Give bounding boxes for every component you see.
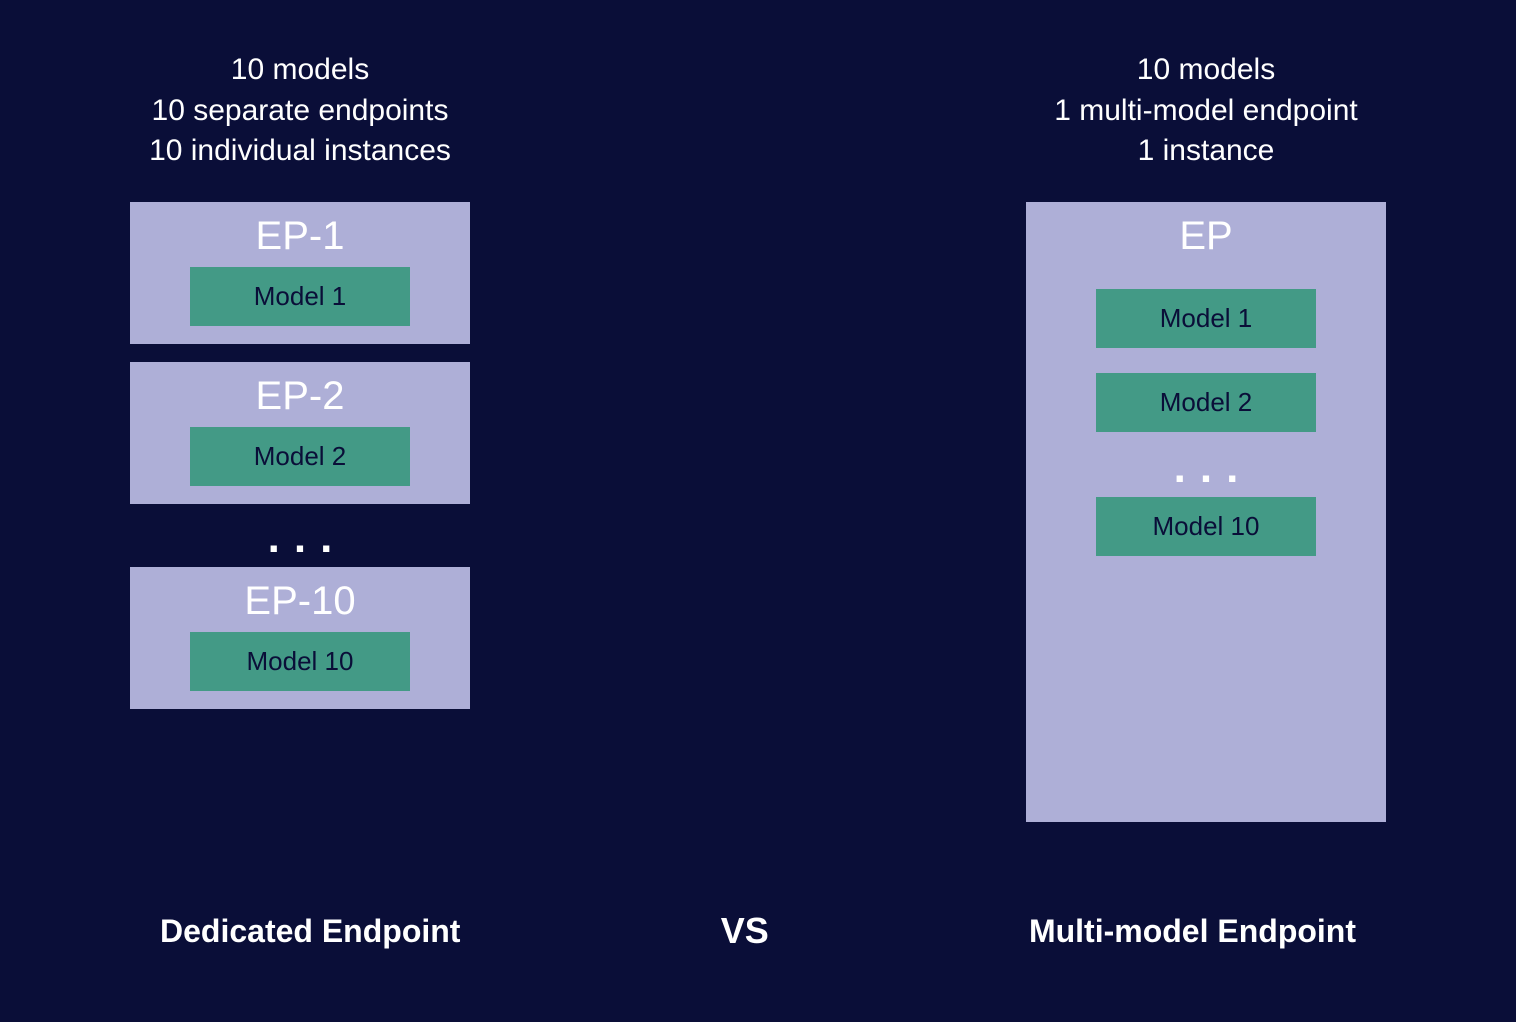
left-header-line3: 10 individual instances (149, 131, 451, 172)
endpoint-title-2: EP-2 (256, 374, 345, 419)
endpoints-stack: EP-1 Model 1 EP-2 Model 2 ... EP-10 Mode… (130, 202, 470, 709)
multi-model-box-10: Model 10 (1096, 497, 1316, 556)
endpoint-box-2: EP-2 Model 2 (130, 362, 470, 504)
dedicated-endpoint-label: Dedicated Endpoint (160, 913, 460, 950)
right-header-line3: 1 instance (1054, 131, 1358, 172)
endpoint-title-1: EP-1 (256, 214, 345, 259)
model-box-1: Model 1 (190, 267, 410, 326)
right-header-line2: 1 multi-model endpoint (1054, 91, 1358, 132)
model-box-10: Model 10 (190, 632, 410, 691)
endpoint-box-10: EP-10 Model 10 (130, 567, 470, 709)
left-column: 10 models 10 separate endpoints 10 indiv… (130, 50, 470, 709)
multi-endpoint-box: EP Model 1 Model 2 ... Model 10 (1026, 202, 1386, 822)
footer-labels: Dedicated Endpoint VS Multi-model Endpoi… (0, 910, 1516, 952)
right-ellipsis: ... (1160, 452, 1253, 479)
multi-endpoint-title: EP (1179, 214, 1232, 259)
endpoint-box-1: EP-1 Model 1 (130, 202, 470, 344)
left-header-line1: 10 models (149, 50, 451, 91)
multi-model-box-1: Model 1 (1096, 289, 1316, 348)
right-column: 10 models 1 multi-model endpoint 1 insta… (1026, 50, 1386, 822)
right-header: 10 models 1 multi-model endpoint 1 insta… (1054, 50, 1358, 172)
multi-model-box-2: Model 2 (1096, 373, 1316, 432)
left-header-line2: 10 separate endpoints (149, 91, 451, 132)
right-header-line1: 10 models (1054, 50, 1358, 91)
model-box-2: Model 2 (190, 427, 410, 486)
left-ellipsis: ... (254, 522, 347, 549)
vs-label: VS (721, 910, 769, 952)
left-header: 10 models 10 separate endpoints 10 indiv… (149, 50, 451, 172)
multi-model-endpoint-label: Multi-model Endpoint (1029, 913, 1356, 950)
endpoint-title-10: EP-10 (244, 579, 355, 624)
diagram-container: 10 models 10 separate endpoints 10 indiv… (0, 0, 1516, 822)
